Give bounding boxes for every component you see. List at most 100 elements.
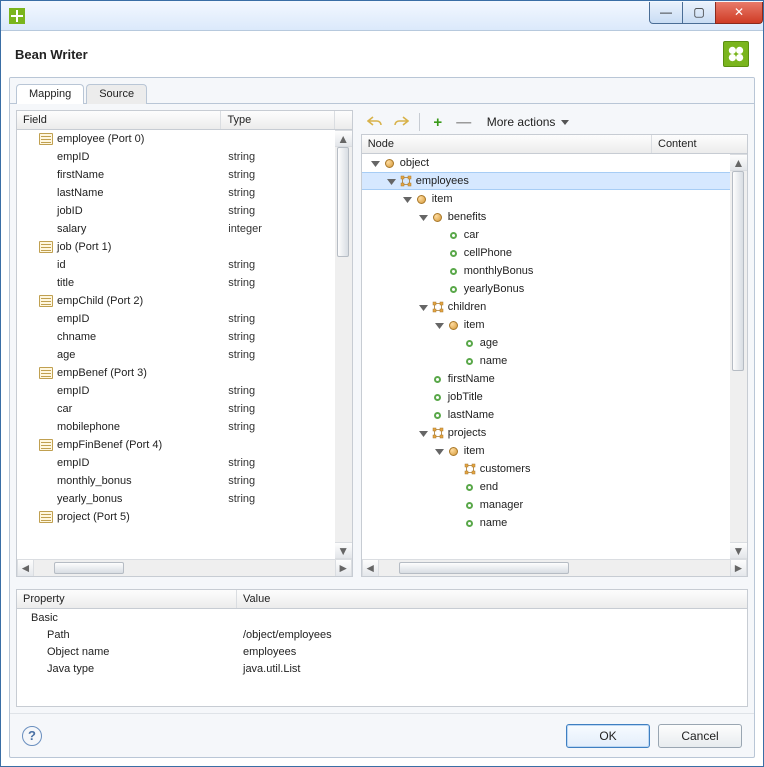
expand-toggle[interactable] [418,428,429,439]
table-row[interactable]: chnamestring [17,328,335,346]
tree-node-label: car [464,229,479,241]
table-row[interactable]: firstNamestring [17,166,335,184]
table-row[interactable]: employee (Port 0) [17,130,335,148]
tree-node[interactable]: item [362,190,730,208]
expand-toggle[interactable] [418,212,429,223]
tree-node[interactable]: monthlyBonus [362,262,730,280]
attribute-icon [431,408,445,422]
table-row[interactable]: mobilephonestring [17,418,335,436]
dialog-window: — ▢ ✕ Bean Writer Mapping Source Field T… [0,0,764,767]
table-row[interactable]: carstring [17,400,335,418]
table-row[interactable]: salaryinteger [17,220,335,238]
table-row[interactable]: empIDstring [17,454,335,472]
expand-toggle[interactable] [434,320,445,331]
tree-node-label: yearlyBonus [464,283,525,295]
table-row[interactable]: empBenef (Port 3) [17,364,335,382]
table-row[interactable]: empIDstring [17,382,335,400]
dialog-footer: ? OK Cancel [10,713,754,757]
tree-node[interactable]: benefits [362,208,730,226]
table-row[interactable]: monthly_bonusstring [17,472,335,490]
tree-node[interactable]: cellPhone [362,244,730,262]
add-button[interactable]: + [428,112,448,132]
tree-node-label: employees [416,175,469,187]
tree-node[interactable]: object [362,154,730,172]
titlebar[interactable]: — ▢ ✕ [1,1,763,31]
properties-header-value[interactable]: Value [237,590,747,608]
list-icon [431,426,445,440]
table-row[interactable]: project (Port 5) [17,508,335,526]
close-button[interactable]: ✕ [715,2,763,24]
table-row[interactable]: idstring [17,256,335,274]
tree-node[interactable]: end [362,478,730,496]
tree-horizontal-scrollbar[interactable]: ◄► [362,559,747,576]
tree-node[interactable]: employees [362,172,730,190]
table-row[interactable]: lastNamestring [17,184,335,202]
fields-vertical-scrollbar[interactable]: ▲ ▼ [335,130,352,559]
table-row[interactable]: empFinBenef (Port 4) [17,436,335,454]
tab-source[interactable]: Source [86,84,147,104]
table-row[interactable]: agestring [17,346,335,364]
help-button[interactable]: ? [22,726,42,746]
undo-button[interactable] [365,112,385,132]
properties-body[interactable]: BasicPath/object/employeesObject nameemp… [17,609,747,677]
attribute-icon [463,336,477,350]
list-icon [463,462,477,476]
table-row[interactable]: empIDstring [17,310,335,328]
expand-toggle[interactable] [418,302,429,313]
property-row[interactable]: Path/object/employees [17,626,747,643]
table-row[interactable]: titlestring [17,274,335,292]
tree-node[interactable]: yearlyBonus [362,280,730,298]
tree-node[interactable]: car [362,226,730,244]
object-icon [431,210,445,224]
maximize-button[interactable]: ▢ [682,2,716,24]
tree-node[interactable]: children [362,298,730,316]
tree-node[interactable]: manager [362,496,730,514]
attribute-icon [463,354,477,368]
tree-header-node[interactable]: Node [362,135,652,153]
tree-node[interactable]: lastName [362,406,730,424]
table-row[interactable]: job (Port 1) [17,238,335,256]
expand-toggle[interactable] [402,194,413,205]
port-icon [39,439,53,451]
tree-toolbar: + — More actions [361,110,748,134]
tree-node-label: item [432,193,453,205]
plus-icon: + [433,115,442,130]
property-row[interactable]: Object nameemployees [17,643,747,660]
fields-table-body[interactable]: employee (Port 0)empIDstringfirstNamestr… [17,130,335,559]
expand-toggle[interactable] [434,446,445,457]
table-row[interactable]: jobIDstring [17,202,335,220]
table-row[interactable]: yearly_bonusstring [17,490,335,508]
more-actions-menu[interactable]: More actions [480,112,577,132]
tree-node[interactable]: projects [362,424,730,442]
tree-node[interactable]: firstName [362,370,730,388]
minimize-button[interactable]: — [649,2,683,24]
fields-horizontal-scrollbar[interactable]: ◄► [17,559,352,576]
properties-header-property[interactable]: Property [17,590,237,608]
expand-toggle[interactable] [370,158,381,169]
tree-node[interactable]: age [362,334,730,352]
fields-header-field[interactable]: Field [17,111,221,129]
table-row[interactable]: empIDstring [17,148,335,166]
tree-vertical-scrollbar[interactable]: ▲ ▼ [730,154,747,559]
attribute-icon [447,246,461,260]
tree-node[interactable]: jobTitle [362,388,730,406]
fields-header-type[interactable]: Type [221,111,334,129]
redo-button[interactable] [391,112,411,132]
tree-header-content[interactable]: Content [652,135,730,153]
tree-node[interactable]: name [362,514,730,532]
tab-mapping[interactable]: Mapping [16,84,84,104]
list-icon [431,300,445,314]
property-group[interactable]: Basic [17,609,747,626]
tree-node[interactable]: customers [362,460,730,478]
cancel-button[interactable]: Cancel [658,724,742,748]
tree-node[interactable]: item [362,442,730,460]
ok-button[interactable]: OK [566,724,650,748]
table-row[interactable]: empChild (Port 2) [17,292,335,310]
property-row[interactable]: Java typejava.util.List [17,660,747,677]
tree-node[interactable]: name [362,352,730,370]
attribute-icon [463,480,477,494]
remove-button[interactable]: — [454,112,474,132]
tree-node[interactable]: item [362,316,730,334]
tree-body[interactable]: objectemployeesitembenefitscarcellPhonem… [362,154,730,559]
expand-toggle[interactable] [386,176,397,187]
